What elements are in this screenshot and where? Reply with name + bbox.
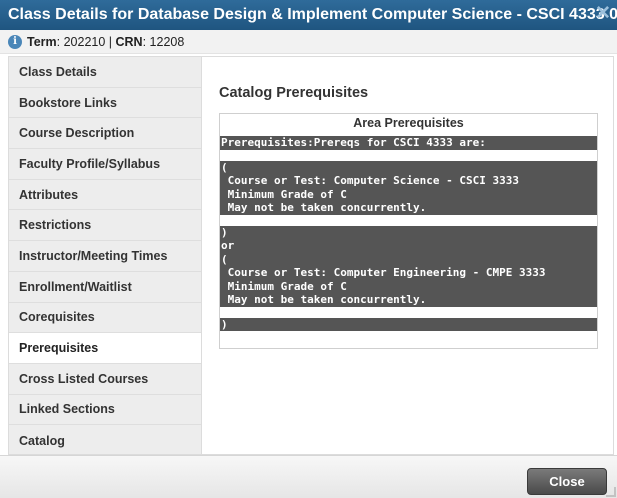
sidebar-item-linked-sections[interactable]: Linked Sections — [9, 395, 201, 426]
prereq-line: May not be taken concurrently. — [221, 293, 427, 306]
code-block-course-2: ) or ( Course or Test: Computer Engineer… — [220, 225, 597, 307]
spacer — [220, 214, 597, 226]
prereq-line: Course or Test: Computer Engineering - C… — [221, 266, 546, 279]
sidebar-item-bookstore-links[interactable]: Bookstore Links — [9, 88, 201, 119]
prereq-line: Prerequisites:Prereqs for CSCI 4333 are: — [221, 136, 486, 149]
area-prerequisites-box: Area Prerequisites Prerequisites:Prereqs… — [219, 113, 598, 349]
sidebar-item-prerequisites[interactable]: Prerequisites — [9, 333, 201, 364]
section-heading: Catalog Prerequisites — [219, 85, 369, 101]
sidebar-item-class-details[interactable]: Class Details — [9, 57, 201, 88]
info-icon: i — [8, 34, 22, 49]
prereq-line: Minimum Grade of C — [221, 279, 347, 293]
code-block-course-1: ( Course or Test: Computer Science - CSC… — [220, 160, 597, 215]
term-info-bar: i Term : 202210 | CRN : 12208 — [0, 30, 617, 54]
area-title: Area Prerequisites — [353, 116, 464, 130]
crn-label: CRN — [115, 34, 143, 49]
dialog-footer: Close — [0, 455, 617, 498]
resize-grip-icon[interactable] — [606, 487, 616, 497]
prereq-line: ) — [221, 225, 228, 239]
spacer — [220, 149, 597, 161]
prereq-line: Course or Test: Computer Science - CSCI … — [221, 174, 520, 187]
term-value: : 202210 | — [56, 34, 116, 49]
close-button[interactable]: Close — [527, 468, 607, 495]
term-label: Term — [27, 34, 57, 49]
prereq-line: May not be taken concurrently. — [221, 201, 427, 214]
code-block-closing: ) — [220, 317, 597, 331]
spacer — [220, 306, 597, 318]
code-block-header: Prerequisites:Prereqs for CSCI 4333 are: — [220, 136, 597, 150]
crn-value: : 12208 — [142, 34, 185, 49]
sidebar-item-instructor-meeting-times[interactable]: Instructor/Meeting Times — [9, 241, 201, 272]
sidebar-item-faculty-profile[interactable]: Faculty Profile/Syllabus — [9, 149, 201, 180]
sidebar-item-catalog[interactable]: Catalog — [9, 425, 201, 456]
prereq-line: Minimum Grade of C — [221, 187, 347, 201]
dialog-title: Class Details for Database Design & Impl… — [8, 6, 617, 23]
dialog-titlebar: Class Details for Database Design & Impl… — [0, 0, 617, 30]
sidebar-item-restrictions[interactable]: Restrictions — [9, 210, 201, 242]
sidebar-item-attributes[interactable]: Attributes — [9, 180, 201, 211]
content-panel: Catalog Prerequisites Area Prerequisites… — [202, 56, 614, 455]
sidebar-nav: Class Details Bookstore Links Course Des… — [8, 56, 202, 455]
prereq-line: or — [221, 239, 235, 252]
prereq-line: ( — [221, 252, 228, 266]
sidebar-item-course-description[interactable]: Course Description — [9, 118, 201, 150]
sidebar-item-enrollment-waitlist[interactable]: Enrollment/Waitlist — [9, 272, 201, 303]
prereq-line: ( — [221, 160, 228, 174]
sidebar-item-corequisites[interactable]: Corequisites — [9, 303, 201, 334]
close-icon[interactable]: ✕ — [593, 3, 613, 25]
sidebar-item-cross-listed-courses[interactable]: Cross Listed Courses — [9, 364, 201, 395]
prereq-line: ) — [221, 317, 228, 331]
